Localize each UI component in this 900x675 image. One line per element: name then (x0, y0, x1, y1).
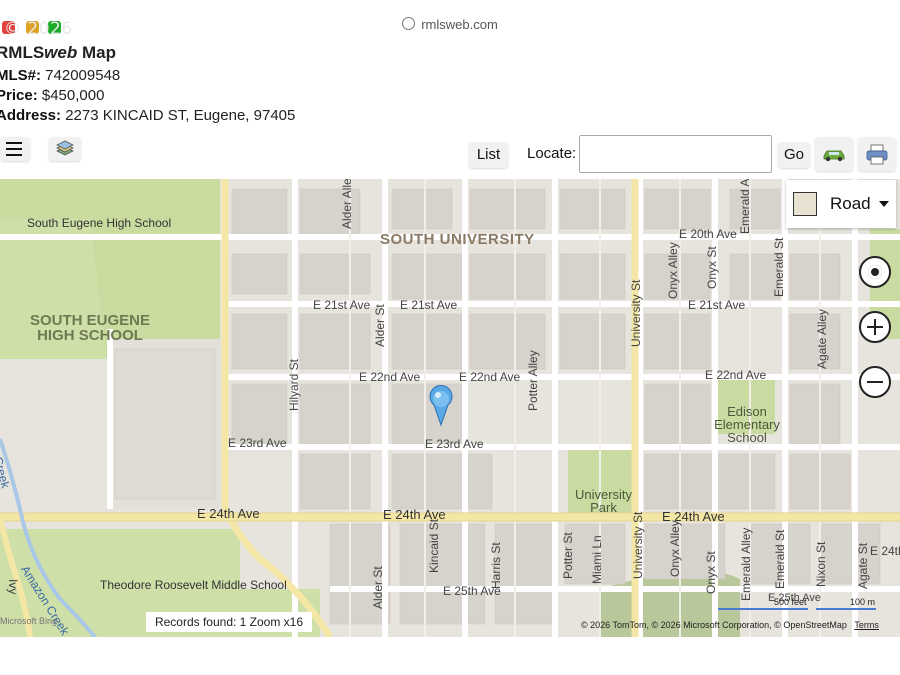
street-label: Onyx Alley (666, 242, 680, 299)
address-bar[interactable]: rmlsweb.com (0, 17, 900, 32)
street-label: E 23rd Ave (228, 436, 287, 450)
street-label: E 22nd Ave (459, 370, 521, 384)
area-label-line1: SOUTH EUGENE (29, 312, 150, 329)
map-type-selector[interactable]: Road (786, 180, 896, 228)
road-map-icon (793, 192, 817, 216)
street-label: University St (629, 279, 643, 347)
street-label: E 21st Ave (313, 298, 371, 312)
street-label: Agate Alley (815, 308, 829, 369)
street-label: Miami Ln (590, 535, 604, 584)
address-line: Address: 2273 KINCAID ST, Eugene, 97405 (0, 106, 295, 126)
title-prefix: RMLS (0, 43, 45, 62)
street-label: Hilyard St (287, 358, 301, 411)
chevron-down-icon (879, 201, 889, 207)
street-label: E 20th Ave (679, 227, 737, 241)
mls-line: MLS#: 742009548 (0, 66, 120, 86)
street-label: Harris St (489, 542, 503, 589)
street-label: Alder Alley (340, 179, 354, 229)
street-label: E 21st Ave (688, 298, 746, 312)
records-status: Records found: 1 Zoom x16 (146, 612, 312, 632)
poi-label-south-eugene-hs: South Eugene High School (27, 216, 172, 230)
street-label: E 22nd Ave (705, 368, 767, 382)
poi-line: Park (590, 500, 617, 515)
street-label: Agate St (856, 542, 870, 589)
street-label: Alder St (371, 566, 385, 609)
street-label: Kincaid St (427, 518, 441, 573)
poi-label-edison: Edison Elementary School (712, 405, 782, 444)
mls-label: MLS#: (0, 67, 41, 84)
street-label: Onyx St (705, 246, 719, 289)
poi-line: School (727, 430, 767, 445)
street-label: Emerald Alley (739, 527, 753, 601)
street-label: Ivy (6, 579, 20, 595)
locate-input[interactable] (579, 135, 772, 173)
street-label: E 21st Ave (400, 298, 458, 312)
address-value: 2273 KINCAID ST, Eugene, 97405 (65, 107, 296, 124)
zoom-in-icon[interactable] (859, 311, 891, 343)
bing-logo: Microsoft Bing (0, 616, 58, 626)
area-label-south-eugene-hs: SOUTH EUGENE HIGH SCHOOL (25, 313, 155, 343)
poi-label-university-park: University Park (566, 488, 641, 514)
scale-meters-label: 100 m (850, 597, 876, 607)
street-label: E 24th Ave (197, 506, 260, 521)
printer-icon[interactable] (858, 137, 896, 171)
hamburger-icon[interactable] (0, 137, 30, 161)
go-button[interactable]: Go (778, 142, 810, 168)
street-label: Potter Alley (526, 350, 540, 411)
area-label-line2: HIGH SCHOOL (37, 327, 143, 344)
street-label: University St (631, 511, 645, 579)
street-label: Alder St (373, 304, 387, 347)
url-text: rmlsweb.com (421, 17, 498, 32)
mls-value: 742009548 (45, 67, 121, 84)
scale-feet-label: 500 feet (774, 597, 807, 607)
street-label: Onyx St (704, 551, 718, 594)
locate-me-icon[interactable] (859, 256, 891, 288)
car-icon[interactable] (815, 137, 853, 171)
globe-icon (402, 17, 416, 30)
poi-label-roosevelt: Theodore Roosevelt Middle School (100, 578, 287, 592)
map-attribution: © 2026 TomTom, © 2026 Microsoft Corporat… (581, 620, 879, 630)
street-label: E 22nd Ave (359, 370, 421, 384)
layers-icon[interactable] (49, 137, 81, 161)
street-label: E 23rd Ave (425, 437, 484, 451)
price-label: Price: (0, 87, 38, 104)
browser-chrome: © 2026 rmlsweb.com (0, 0, 900, 44)
title-suffix: Map (77, 43, 116, 62)
attribution-text[interactable]: © 2026 TomTom, © 2026 Microsoft Corporat… (581, 620, 847, 630)
street-label: E 24th (870, 544, 900, 558)
zoom-out-icon[interactable] (859, 366, 891, 398)
price-line: Price: $450,000 (0, 86, 104, 106)
area-label-south-university: SOUTH UNIVERSITY (380, 231, 535, 248)
scale-bar-meters (816, 608, 876, 610)
title-italic: web (44, 43, 78, 62)
scale-bar-feet (718, 608, 808, 610)
map-type-label: Road (830, 194, 871, 213)
street-label: Nixon St (814, 541, 828, 587)
page-title: RMLSweb Map (0, 43, 116, 63)
address-label: Address: (0, 107, 62, 124)
street-label: Potter St (561, 532, 575, 579)
street-label: Emerald St (772, 237, 786, 297)
list-button[interactable]: List (469, 142, 508, 168)
locate-label: Locate: (527, 145, 577, 162)
price-value: $450,000 (41, 87, 105, 104)
street-label: Onyx Alley (668, 520, 682, 577)
street-label: Emerald St (773, 529, 787, 589)
map-canvas[interactable]: SOUTH UNIVERSITY South Eugene High Schoo… (0, 179, 900, 637)
street-label: Emerald Alley (738, 179, 752, 234)
terms-link[interactable]: Terms (854, 620, 879, 630)
